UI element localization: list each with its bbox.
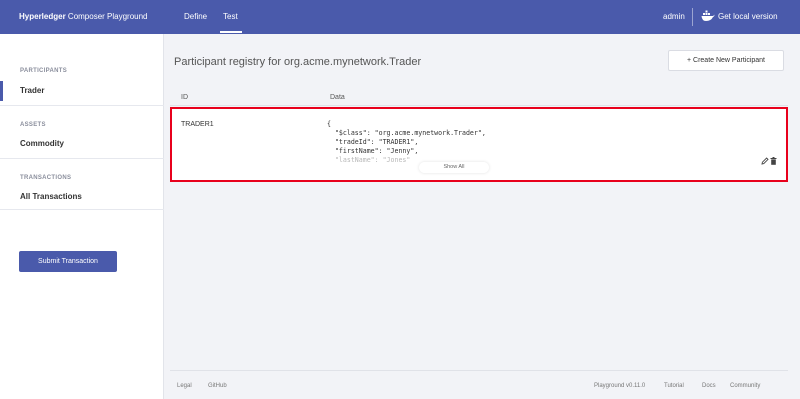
footer-link-community[interactable]: Community (730, 383, 760, 389)
get-local-version-link[interactable]: Get local version (718, 12, 778, 21)
assets-heading: ASSETS (20, 122, 46, 128)
delete-trash-icon[interactable] (770, 157, 777, 165)
sidebar-divider (0, 105, 164, 106)
brand-bold: Hyperledger (19, 12, 66, 21)
transactions-heading: TRANSACTIONS (20, 175, 72, 181)
json-line: "$class": "org.acme.mynetwork.Trader", (327, 129, 486, 137)
show-all-button[interactable]: Show All (419, 162, 489, 173)
column-header-id: ID (181, 94, 188, 101)
json-line: "firstName": "Jenny", (327, 147, 419, 155)
sidebar-item-all-transactions[interactable]: All Transactions (0, 187, 164, 207)
footer-link-docs[interactable]: Docs (702, 383, 716, 389)
docker-whale-icon[interactable] (701, 10, 715, 22)
top-navbar: Hyperledger Composer Playground Define T… (0, 0, 800, 34)
submit-transaction-button[interactable]: Submit Transaction (19, 251, 117, 272)
tab-define[interactable]: Define (184, 12, 207, 21)
tab-test[interactable]: Test (223, 12, 238, 21)
create-new-participant-button[interactable]: + Create New Participant (668, 50, 784, 71)
page-title: Participant registry for org.acme.mynetw… (174, 56, 422, 68)
sidebar-item-trader[interactable]: Trader (0, 81, 164, 101)
header-divider (692, 8, 693, 26)
footer-link-tutorial[interactable]: Tutorial (664, 383, 684, 389)
brand-rest: Composer Playground (65, 12, 148, 21)
user-menu[interactable]: admin (663, 12, 685, 21)
column-header-data: Data (330, 94, 345, 101)
row-id: TRADER1 (181, 121, 214, 128)
sidebar-item-label: Commodity (20, 139, 64, 148)
sidebar-item-label: All Transactions (20, 192, 82, 201)
sidebar: PARTICIPANTS Trader ASSETS Commodity TRA… (0, 34, 164, 399)
json-line: { (327, 120, 331, 128)
footer-link-github[interactable]: GitHub (208, 383, 227, 389)
participants-heading: PARTICIPANTS (20, 68, 68, 74)
app-brand: Hyperledger Composer Playground (19, 12, 148, 21)
sidebar-divider (0, 158, 164, 159)
table-row: TRADER1 { "$class": "org.acme.mynetwork.… (170, 107, 788, 182)
active-tab-indicator (220, 31, 242, 33)
playground-version: Playground v0.11.0 (594, 383, 646, 389)
row-json-data: { "$class": "org.acme.mynetwork.Trader",… (327, 120, 486, 165)
sidebar-divider (0, 209, 164, 210)
footer-link-legal[interactable]: Legal (177, 383, 192, 389)
edit-pencil-icon[interactable] (761, 157, 769, 165)
sidebar-item-label: Trader (20, 86, 45, 95)
footer-divider (170, 370, 788, 371)
json-line: "tradeId": "TRADER1", (327, 138, 419, 146)
sidebar-item-commodity[interactable]: Commodity (0, 134, 164, 154)
table-header-divider (170, 105, 788, 106)
